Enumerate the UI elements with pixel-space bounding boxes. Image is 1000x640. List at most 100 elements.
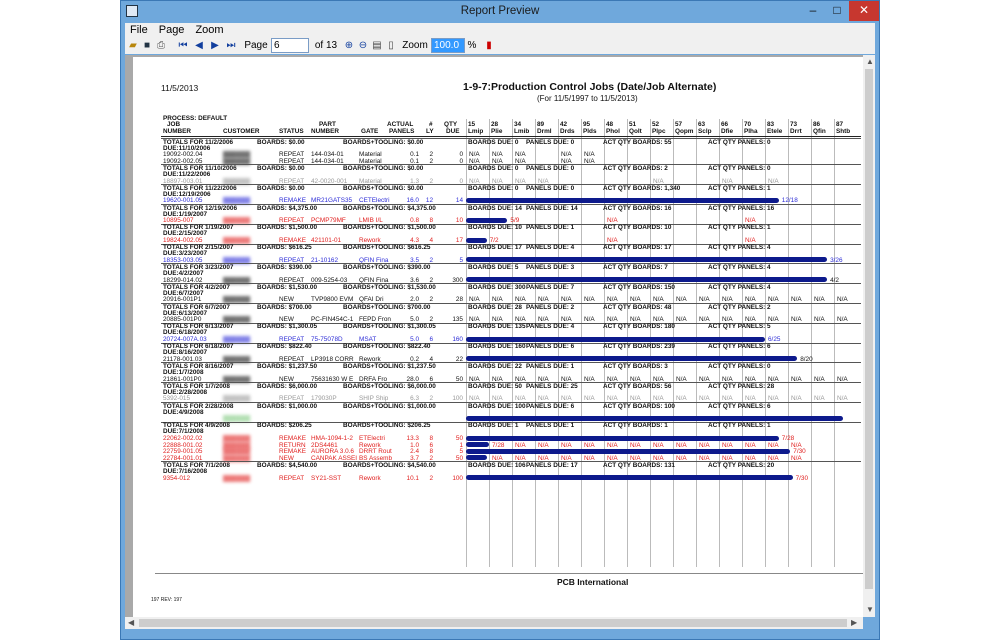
totals-act-qty-boards: ACT QTY BOARDS: 55	[603, 138, 672, 146]
totals-act-qty-boards: ACT QTY BOARDS: 10	[603, 224, 672, 232]
print-icon[interactable]: ⎙	[155, 39, 167, 53]
schedule-progress-bar	[466, 237, 487, 243]
vertical-scroll-thumb[interactable]	[865, 69, 873, 589]
col-station-number: 87	[836, 121, 844, 128]
maximize-button[interactable]: □	[825, 1, 849, 21]
col-actual: ACTUAL	[387, 121, 414, 128]
totals-boards-tooling: BOARDS+TOOLING: $1,237.50	[343, 362, 436, 370]
col-part: PART	[319, 121, 336, 128]
station-cell: N/A	[722, 441, 733, 449]
exit-icon[interactable]: ▮	[483, 39, 495, 53]
totals-boards-due: BOARDS DUE: 14	[468, 204, 522, 212]
totals-panels-due: PANELS DUE: 0	[526, 138, 575, 146]
station-cell: N/A	[515, 441, 526, 449]
totals-boards-due: BOARDS DUE: 28	[468, 303, 522, 311]
totals-boards-tooling: BOARDS+TOOLING: $0.00	[343, 138, 424, 146]
station-cell: N/A	[676, 441, 687, 449]
totals-act-qty-panels: ACT QTY PANELS: 16	[708, 204, 775, 212]
totals-boards-due: BOARDS DUE: 100	[468, 402, 526, 410]
schedule-end-date: 7/28	[492, 441, 505, 449]
report-viewport: 11/5/2013 1-9-7:Production Control Jobs …	[125, 55, 863, 617]
totals-panels-due: PANELS DUE: 6	[526, 343, 575, 351]
menu-bar: File Page Zoom	[125, 23, 875, 38]
toolbar: ▰ ■ ⎙ ⏮ ◀ ▶ ⏭ Page of 13 ⊕ ⊖ ▤ ▯ Zoom % …	[125, 38, 875, 54]
totals-act-qty-panels: ACT QTY PANELS: 4	[708, 283, 771, 291]
schedule-progress-bar	[466, 442, 489, 448]
next-page-icon[interactable]: ▶	[209, 39, 221, 53]
schedule-progress-bar	[466, 257, 828, 263]
col-station-name: Shtb	[836, 128, 851, 135]
menu-file[interactable]: File	[130, 23, 148, 38]
last-page-icon[interactable]: ⏭	[225, 39, 237, 53]
station-cell: N/A	[607, 441, 618, 449]
fit-page-icon[interactable]: ▯	[385, 39, 397, 53]
station-cell: N/A	[584, 441, 595, 449]
title-bar: Report Preview – □ ✕	[121, 1, 879, 23]
footer-revision: 197 REV: 197	[151, 597, 182, 603]
fit-width-icon[interactable]: ▤	[371, 39, 383, 53]
previous-page-icon[interactable]: ◀	[193, 39, 205, 53]
zoom-input[interactable]	[431, 38, 465, 53]
first-page-icon[interactable]: ⏮	[177, 39, 189, 53]
totals-boards: BOARDS: $0.00	[257, 164, 305, 172]
menu-zoom[interactable]: Zoom	[195, 23, 223, 38]
totals-boards-due: BOARDS DUE: 50	[468, 382, 522, 390]
col-station-number: 89	[537, 121, 545, 128]
open-icon[interactable]: ▰	[127, 39, 139, 53]
totals-act-qty-boards: ACT QTY BOARDS: 3	[603, 362, 668, 370]
page-number-input[interactable]	[271, 38, 309, 53]
report-date: 11/5/2013	[161, 83, 199, 93]
zoom-out-icon[interactable]: ⊖	[357, 39, 369, 53]
page-count-label: of 13	[314, 40, 338, 51]
zoom-label: Zoom	[402, 40, 428, 51]
totals-boards-due: BOARDS DUE: 17	[468, 244, 522, 252]
totals-boards-due: BOARDS DUE: 0	[468, 164, 519, 172]
totals-boards-tooling: BOARDS+TOOLING: $206.25	[343, 422, 431, 430]
col-station-number: 73	[790, 121, 798, 128]
close-button[interactable]: ✕	[849, 1, 879, 21]
zoom-in-icon[interactable]: ⊕	[343, 39, 355, 53]
totals-act-qty-boards: ACT QTY BOARDS: 131	[603, 461, 675, 469]
save-icon[interactable]: ■	[141, 39, 153, 53]
col-station-name: Sclp	[698, 128, 712, 135]
col-station-name: Qfin	[813, 128, 826, 135]
col-panels: PANELS	[389, 128, 415, 135]
col-station-number: 86	[813, 121, 821, 128]
totals-act-qty-boards: ACT QTY BOARDS: 1,340	[603, 184, 681, 192]
col-station-name: Plds	[583, 128, 597, 135]
totals-boards: BOARDS: $4,375.00	[257, 204, 318, 212]
totals-panels-due: PANELS DUE: 4	[526, 323, 575, 331]
horizontal-scrollbar[interactable]: ◀ ▶	[125, 617, 863, 629]
minimize-button[interactable]: –	[801, 1, 825, 21]
vertical-scrollbar[interactable]: ▲ ▼	[863, 55, 875, 617]
horizontal-scroll-thumb[interactable]	[139, 619, 847, 627]
totals-boards-tooling: BOARDS+TOOLING: $4,540.00	[343, 461, 436, 469]
col-station-number: 70	[744, 121, 752, 128]
schedule-end-date: 7/30	[795, 474, 809, 482]
totals-boards-due: BOARDS DUE: 5	[468, 263, 519, 271]
totals-act-qty-panels: ACT QTY PANELS: 1	[708, 224, 771, 232]
col-station-name: Drrt	[790, 128, 802, 135]
schedule-progress-bar	[466, 415, 844, 421]
page-label: Page	[244, 40, 268, 51]
report-title: 1-9-7:Production Control Jobs (Date/Job …	[463, 81, 717, 93]
totals-boards-tooling: BOARDS+TOOLING: $822.40	[343, 343, 431, 351]
totals-boards: BOARDS: $4,540.00	[257, 461, 318, 469]
col-station-name: Plha	[744, 128, 758, 135]
col-station-number: 63	[698, 121, 706, 128]
totals-act-qty-boards: ACT QTY BOARDS: 150	[603, 283, 675, 291]
totals-boards-due: BOARDS DUE: 1	[468, 422, 519, 430]
menu-page[interactable]: Page	[159, 23, 185, 38]
col-station-name: Plie	[491, 128, 503, 135]
report-preview-window: Report Preview – □ ✕ File Page Zoom ▰ ■ ⎙ …	[120, 0, 880, 640]
col-station-name: Phol	[606, 128, 620, 135]
col-station-name: Lmip	[468, 128, 484, 135]
totals-boards: BOARDS: $0.00	[257, 138, 305, 146]
col-qty: QTY	[444, 121, 458, 128]
footer-company: PCB International	[557, 577, 629, 587]
totals-act-qty-panels: ACT QTY PANELS: 2	[708, 303, 771, 311]
totals-boards: BOARDS: $822.40	[257, 343, 312, 351]
totals-boards: BOARDS: $616.25	[257, 244, 312, 252]
schedule-progress-bar	[466, 198, 779, 203]
totals-act-qty-panels: ACT QTY PANELS: 1	[708, 184, 771, 192]
